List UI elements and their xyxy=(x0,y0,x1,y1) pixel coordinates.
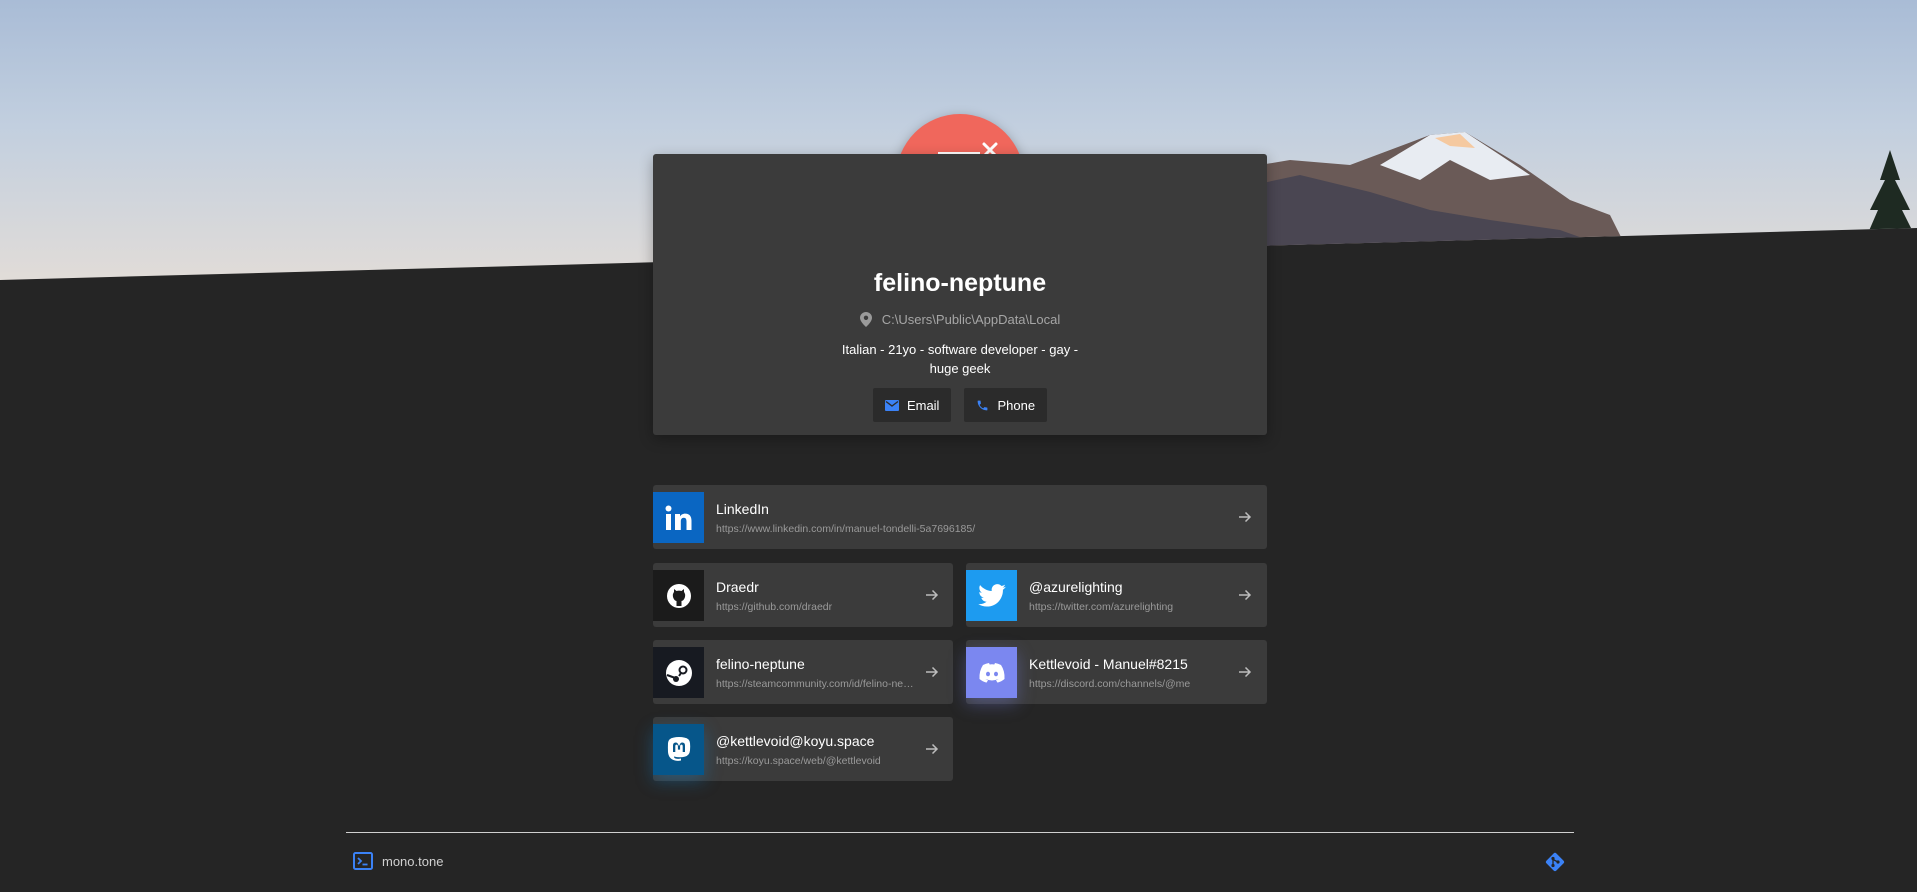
link-title: Kettlevoid - Manuel#8215 xyxy=(1029,656,1188,672)
link-title: @azurelighting xyxy=(1029,579,1123,595)
email-label: Email xyxy=(906,397,940,413)
link-url: https://koyu.space/web/@kettlevoid xyxy=(716,755,881,767)
phone-label: Phone xyxy=(997,397,1036,413)
link-mastodon[interactable]: @kettlevoid@koyu.space https://koyu.spac… xyxy=(653,717,953,781)
footer-brand[interactable]: mono.tone xyxy=(353,852,443,870)
location-pin-icon xyxy=(859,312,872,327)
phone-button[interactable]: Phone xyxy=(964,388,1048,422)
github-tile xyxy=(653,570,704,621)
mastodon-tile xyxy=(653,724,704,775)
profile-bio: Italian - 21yo - software developer - ga… xyxy=(841,342,1079,376)
discord-tile xyxy=(966,647,1017,698)
twitter-tile xyxy=(966,570,1017,621)
discord-icon xyxy=(978,662,1005,683)
link-title: LinkedIn xyxy=(716,501,769,517)
arrow-right-icon xyxy=(926,666,939,678)
link-url: https://twitter.com/azurelighting xyxy=(1029,601,1174,613)
link-url: https://discord.com/channels/@me xyxy=(1029,678,1191,690)
link-linkedin[interactable]: LinkedIn https://www.linkedin.com/in/man… xyxy=(653,485,1267,549)
profile-card: felino-neptune C:\Users\Public\AppData\L… xyxy=(653,154,1267,435)
terminal-icon xyxy=(353,852,373,870)
mail-icon xyxy=(884,399,899,411)
mountain-image xyxy=(1230,132,1630,255)
location-text: C:\Users\Public\AppData\Local xyxy=(881,312,1061,327)
link-url: https://github.com/draedr xyxy=(716,601,833,613)
link-steam[interactable]: felino-neptune https://steamcommunity.co… xyxy=(653,640,953,704)
arrow-right-icon xyxy=(1239,511,1252,523)
git-icon[interactable] xyxy=(1544,851,1566,873)
link-url: https://steamcommunity.com/id/felino-nep… xyxy=(716,678,916,690)
linkedin-icon xyxy=(665,505,691,530)
steam-tile xyxy=(653,647,704,698)
link-title: @kettlevoid@koyu.space xyxy=(716,733,875,749)
arrow-right-icon xyxy=(1239,666,1252,678)
footer-brand-label: mono.tone xyxy=(382,853,444,869)
link-title: Draedr xyxy=(716,579,759,595)
github-icon xyxy=(666,583,691,608)
arrow-right-icon xyxy=(1239,589,1252,601)
arrow-right-icon xyxy=(926,743,939,755)
phone-icon xyxy=(978,400,988,410)
linkedin-tile xyxy=(653,492,704,543)
contact-buttons: Email Phone xyxy=(653,388,1267,422)
link-url: https://www.linkedin.com/in/manuel-tonde… xyxy=(716,523,976,535)
link-twitter[interactable]: @azurelighting https://twitter.com/azure… xyxy=(966,563,1267,627)
link-discord[interactable]: Kettlevoid - Manuel#8215 https://discord… xyxy=(966,640,1267,704)
profile-location: C:\Users\Public\AppData\Local xyxy=(653,312,1267,327)
link-github[interactable]: Draedr https://github.com/draedr xyxy=(653,563,953,627)
profile-name: felino-neptune xyxy=(873,269,1047,297)
twitter-icon xyxy=(977,584,1006,607)
email-button[interactable]: Email xyxy=(872,388,952,422)
steam-icon xyxy=(665,659,692,686)
arrow-right-icon xyxy=(926,589,939,601)
footer-divider xyxy=(346,832,1574,833)
mastodon-icon xyxy=(667,736,690,761)
tree-image xyxy=(1865,150,1917,240)
link-title: felino-neptune xyxy=(716,656,805,672)
